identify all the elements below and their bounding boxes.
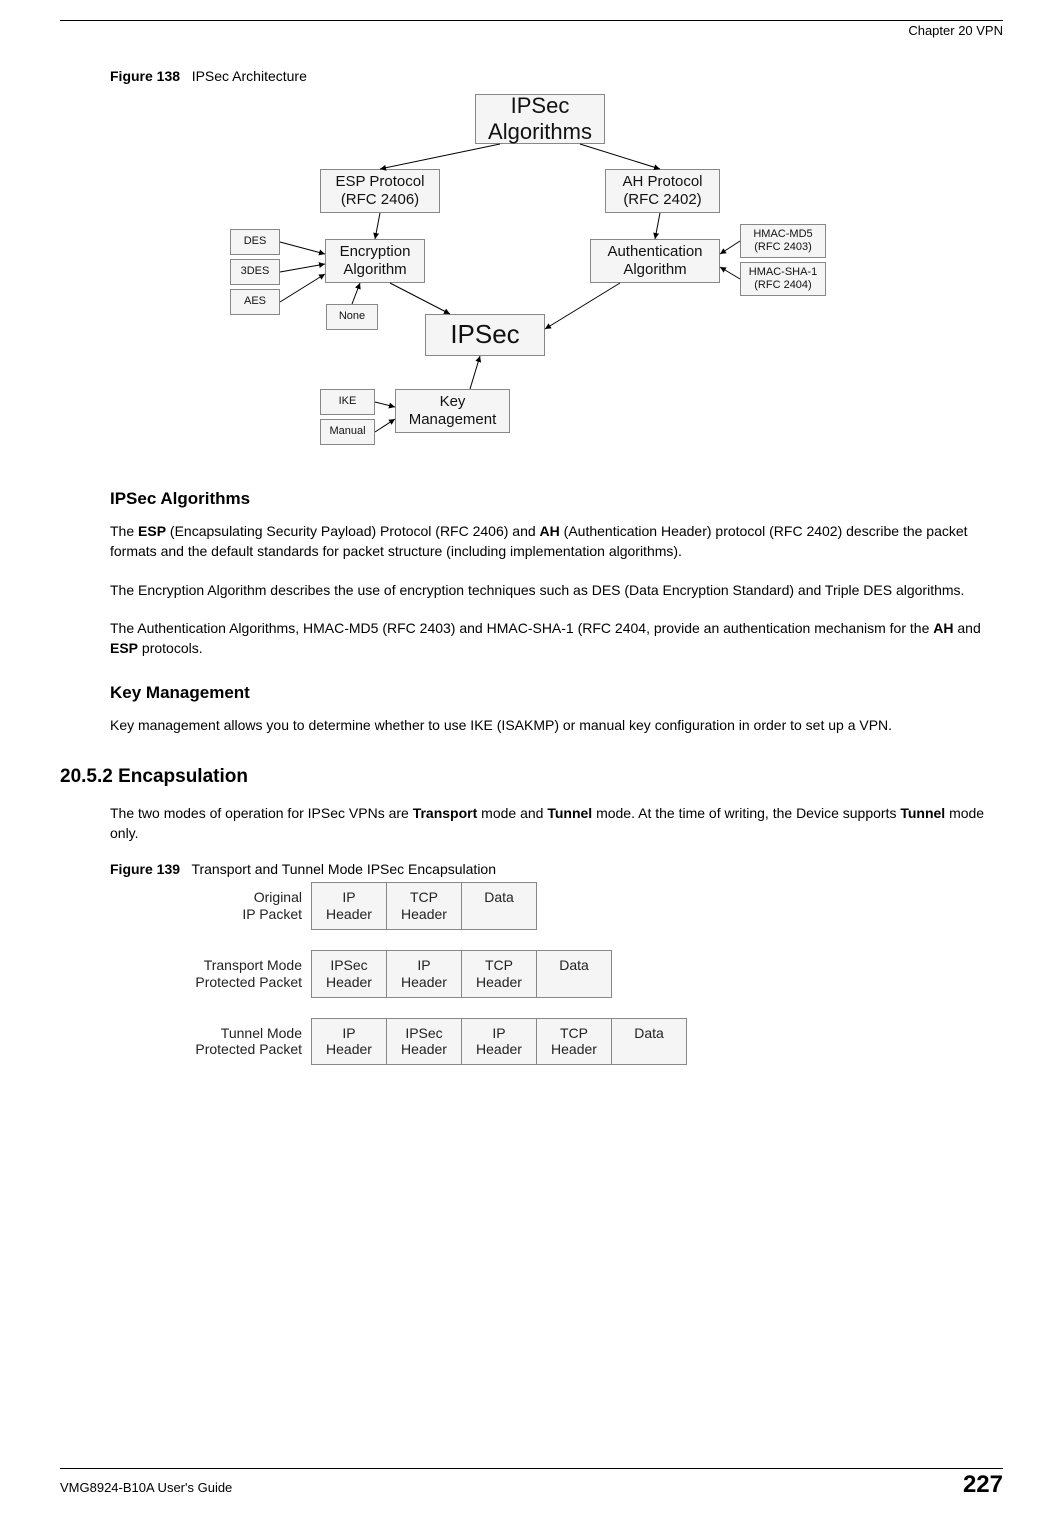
packet-cell: Data	[461, 882, 537, 930]
box-hmac-md5: HMAC-MD5 (RFC 2403)	[740, 224, 826, 258]
paragraph-ipsec-algorithms-1: The ESP (Encapsulating Security Payload)…	[110, 521, 1003, 562]
footer-guide-name: VMG8924-B10A User's Guide	[60, 1480, 232, 1495]
packet-cell: TCP Header	[461, 950, 537, 998]
content-block: Figure 138 IPSec Architecture IPSec Algo…	[110, 68, 1003, 1065]
box-manual: Manual	[320, 419, 375, 445]
footer: VMG8924-B10A User's Guide 227	[60, 1471, 1003, 1499]
box-ike: IKE	[320, 389, 375, 415]
packet-cells: IP HeaderIPSec HeaderIP HeaderTCP Header…	[312, 1018, 687, 1066]
packet-label: Tunnel Mode Protected Packet	[170, 1025, 302, 1059]
figure-138-title: IPSec Architecture	[192, 68, 307, 84]
box-encryption-algorithm: Encryption Algorithm	[325, 239, 425, 283]
packet-label: Transport Mode Protected Packet	[170, 957, 302, 991]
paragraph-ipsec-algorithms-2: The Encryption Algorithm describes the u…	[110, 580, 1003, 600]
paragraph-ipsec-algorithms-3: The Authentication Algorithms, HMAC-MD5 …	[110, 618, 1003, 659]
packet-row: Transport Mode Protected Packet IPSec Hea…	[170, 950, 1003, 998]
box-ipsec: IPSec	[425, 314, 545, 356]
box-3des: 3DES	[230, 259, 280, 285]
packet-cells: IPSec HeaderIP HeaderTCP HeaderData	[312, 950, 612, 998]
packet-cells: IP HeaderTCP HeaderData	[312, 882, 537, 930]
ipsec-architecture-diagram: IPSec Algorithms ESP Protocol (RFC 2406)…	[220, 89, 860, 459]
heading-key-management: Key Management	[110, 683, 1003, 703]
box-ah-protocol: AH Protocol (RFC 2402)	[605, 169, 720, 213]
figure-139-number: Figure 139	[110, 861, 180, 877]
packet-cell: TCP Header	[536, 1018, 612, 1066]
packet-cell: IP Header	[461, 1018, 537, 1066]
heading-ipsec-algorithms: IPSec Algorithms	[110, 489, 1003, 509]
figure-139-title: Transport and Tunnel Mode IPSec Encapsul…	[191, 861, 496, 877]
packet-cell: IPSec Header	[386, 1018, 462, 1066]
figure-139-diagram: Original IP PacketIP HeaderTCP HeaderDat…	[170, 882, 1003, 1065]
packet-cell: IP Header	[311, 882, 387, 930]
page: Chapter 20 VPN Figure 138 IPSec Architec…	[0, 0, 1063, 1524]
box-ipsec-algorithms: IPSec Algorithms	[475, 94, 605, 144]
packet-cell: IP Header	[386, 950, 462, 998]
packet-cell: TCP Header	[386, 882, 462, 930]
packet-cell: IP Header	[311, 1018, 387, 1066]
packet-row: Tunnel Mode Protected Packet IP HeaderIPS…	[170, 1018, 1003, 1066]
top-rule	[60, 20, 1003, 21]
box-aes: AES	[230, 289, 280, 315]
heading-encapsulation: 20.5.2 Encapsulation	[60, 766, 1003, 788]
chapter-header: Chapter 20 VPN	[60, 23, 1003, 38]
packet-label: Original IP Packet	[170, 889, 302, 923]
packet-cell: IPSec Header	[311, 950, 387, 998]
packet-row: Original IP Packet IP HeaderTCP HeaderDat…	[170, 882, 1003, 930]
box-esp-protocol: ESP Protocol (RFC 2406)	[320, 169, 440, 213]
packet-cell: Data	[611, 1018, 687, 1066]
box-des: DES	[230, 229, 280, 255]
figure-139-caption: Figure 139 Transport and Tunnel Mode IPS…	[110, 861, 1003, 877]
footer-page-number: 227	[963, 1471, 1003, 1499]
box-none: None	[326, 304, 378, 330]
paragraph-key-management: Key management allows you to determine w…	[110, 715, 1003, 735]
paragraph-encapsulation: The two modes of operation for IPSec VPN…	[110, 803, 1003, 844]
bottom-rule	[60, 1468, 1003, 1469]
figure-138-number: Figure 138	[110, 68, 180, 84]
packet-cell: Data	[536, 950, 612, 998]
box-hmac-sha1: HMAC-SHA-1 (RFC 2404)	[740, 262, 826, 296]
figure-138-caption: Figure 138 IPSec Architecture	[110, 68, 1003, 84]
box-key-management: Key Management	[395, 389, 510, 433]
box-authentication-algorithm: Authentication Algorithm	[590, 239, 720, 283]
